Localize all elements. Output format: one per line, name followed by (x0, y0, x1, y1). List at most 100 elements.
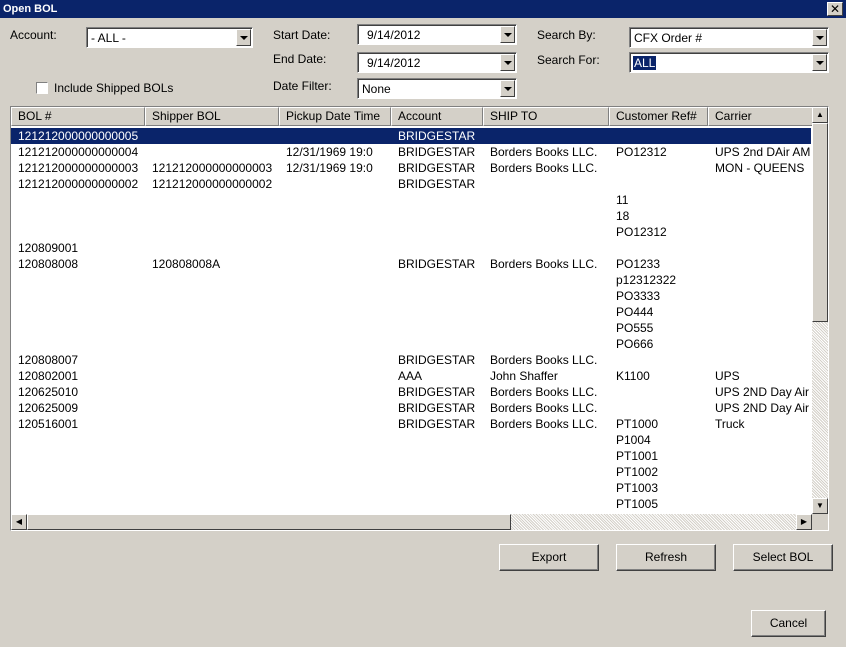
refresh-button[interactable]: Refresh (616, 544, 716, 571)
chevron-down-icon[interactable] (812, 29, 827, 46)
column-header[interactable]: Account (391, 107, 483, 126)
table-cell: 121212000000000002 (18, 177, 139, 191)
table-row[interactable]: 121212000000000002 121212000000000002 BRID… (11, 176, 811, 192)
end-date-picker[interactable]: 9/14/2012 (357, 52, 517, 73)
table-cell (145, 224, 279, 240)
title-bar: Open BOL ✕ (0, 0, 846, 18)
table-row[interactable]: 120808007 BRIDGESTAR Borders Books LLC. (11, 352, 811, 368)
table-row[interactable]: P1004 (11, 432, 811, 448)
table-cell (145, 464, 279, 480)
table-row[interactable]: PO444 (11, 304, 811, 320)
table-row[interactable]: 121212000000000004 12/31/1969 19:0 BRIDGES… (11, 144, 811, 160)
start-date-picker[interactable]: 9/14/2012 (357, 24, 517, 45)
table-cell: p12312322 (616, 273, 677, 287)
table-cell (609, 176, 708, 192)
table-cell: Borders Books LLC. (490, 401, 598, 415)
vertical-scrollbar[interactable]: ▲ ▼ (812, 107, 828, 514)
table-row[interactable]: 121212000000000005 BRIDGESTAR (11, 128, 811, 144)
table-cell (145, 192, 279, 208)
table-cell: PO12312 (616, 225, 667, 239)
search-by-select[interactable]: CFX Order # (629, 27, 829, 48)
table-cell (708, 496, 818, 512)
table-cell: 120516001 (18, 417, 79, 431)
search-by-value: CFX Order # (634, 31, 703, 45)
export-button[interactable]: Export (499, 544, 599, 571)
date-filter-label: Date Filter: (273, 79, 332, 93)
table-cell (391, 320, 483, 336)
table-cell: PT1003 (616, 481, 659, 495)
chevron-down-icon[interactable] (500, 80, 515, 97)
date-filter-select[interactable]: None (357, 78, 517, 99)
table-row[interactable]: 120625010 BRIDGESTAR Borders Books LLC. UPS… (11, 384, 811, 400)
scroll-down-icon[interactable]: ▼ (812, 498, 828, 514)
table-cell: BRIDGESTAR (398, 385, 476, 399)
table-row[interactable]: PO666 (11, 336, 811, 352)
chevron-down-icon[interactable] (500, 54, 515, 71)
column-header[interactable]: Carrier (708, 107, 818, 126)
table-cell: 120625010 (18, 385, 79, 399)
chevron-down-icon[interactable] (812, 54, 827, 71)
table-row[interactable]: PT1005 (11, 496, 811, 512)
horizontal-scroll-thumb[interactable] (27, 514, 511, 530)
column-header[interactable]: Shipper BOL (145, 107, 279, 126)
table-cell (279, 384, 391, 400)
table-cell (11, 432, 145, 448)
table-row[interactable]: 120802001 AAA John Shaffer K1100 UPS (11, 368, 811, 384)
table-cell (708, 352, 818, 368)
table-cell: BRIDGESTAR (398, 353, 476, 367)
scroll-left-icon[interactable]: ◀ (11, 514, 27, 530)
bol-grid[interactable]: BOL # Shipper BOL Pickup Date Time Account S… (10, 106, 829, 531)
table-row[interactable]: PT1003 (11, 480, 811, 496)
table-cell (279, 400, 391, 416)
table-cell (483, 192, 609, 208)
table-row[interactable]: 120516001 BRIDGESTAR Borders Books LLC. PT1… (11, 416, 811, 432)
scroll-down-glyph: ▼ (816, 501, 824, 510)
table-cell (708, 240, 818, 256)
table-cell (145, 128, 279, 144)
cancel-button[interactable]: Cancel (751, 610, 826, 637)
scroll-right-glyph: ▶ (800, 517, 808, 526)
table-row[interactable]: 120809001 (11, 240, 811, 256)
column-header[interactable]: BOL # (11, 107, 145, 126)
table-row[interactable]: 120808008 120808008A BRIDGESTAR Borders Boo… (11, 256, 811, 272)
column-header[interactable]: Pickup Date Time (279, 107, 391, 126)
table-row[interactable]: 18 (11, 208, 811, 224)
vertical-scroll-thumb[interactable] (812, 123, 828, 322)
table-row[interactable]: 121212000000000003 121212000000000003 12/3… (11, 160, 811, 176)
scroll-up-icon[interactable]: ▲ (812, 107, 828, 123)
table-row[interactable]: PO3333 (11, 288, 811, 304)
table-cell (279, 320, 391, 336)
table-row[interactable]: 120625009 BRIDGESTAR Borders Books LLC. UPS… (11, 400, 811, 416)
table-cell (279, 480, 391, 496)
table-row[interactable]: PT1002 (11, 464, 811, 480)
select-bol-button[interactable]: Select BOL (733, 544, 833, 571)
table-cell: UPS 2ND Day Air (715, 401, 810, 415)
scroll-right-icon[interactable]: ▶ (796, 514, 812, 530)
table-cell (708, 176, 818, 192)
close-button[interactable]: ✕ (827, 2, 843, 16)
table-row[interactable]: PO12312 (11, 224, 811, 240)
table-cell: Borders Books LLC. (490, 385, 598, 399)
table-cell (483, 208, 609, 224)
table-cell (279, 368, 391, 384)
include-shipped-checkbox[interactable] (36, 82, 48, 94)
table-row[interactable]: PT1001 (11, 448, 811, 464)
chevron-down-icon[interactable] (500, 26, 515, 43)
table-cell (11, 480, 145, 496)
account-select[interactable]: - ALL - (86, 27, 253, 48)
column-header[interactable]: SHIP TO (483, 107, 609, 126)
chevron-down-icon[interactable] (236, 29, 251, 46)
table-cell: PT1000 (616, 417, 659, 431)
horizontal-scrollbar[interactable]: ◀ ▶ (11, 514, 812, 530)
table-row[interactable]: 11 (11, 192, 811, 208)
table-row[interactable]: PO555 (11, 320, 811, 336)
table-cell: 11 (616, 193, 629, 207)
table-cell (391, 304, 483, 320)
table-cell: 12/31/1969 19:0 (286, 161, 373, 175)
table-cell: PT1001 (616, 449, 659, 463)
search-for-input[interactable]: ALL (629, 52, 829, 73)
table-cell (708, 208, 818, 224)
table-cell: MON - QUEENS (715, 161, 805, 175)
table-row[interactable]: p12312322 (11, 272, 811, 288)
column-header[interactable]: Customer Ref# (609, 107, 708, 126)
